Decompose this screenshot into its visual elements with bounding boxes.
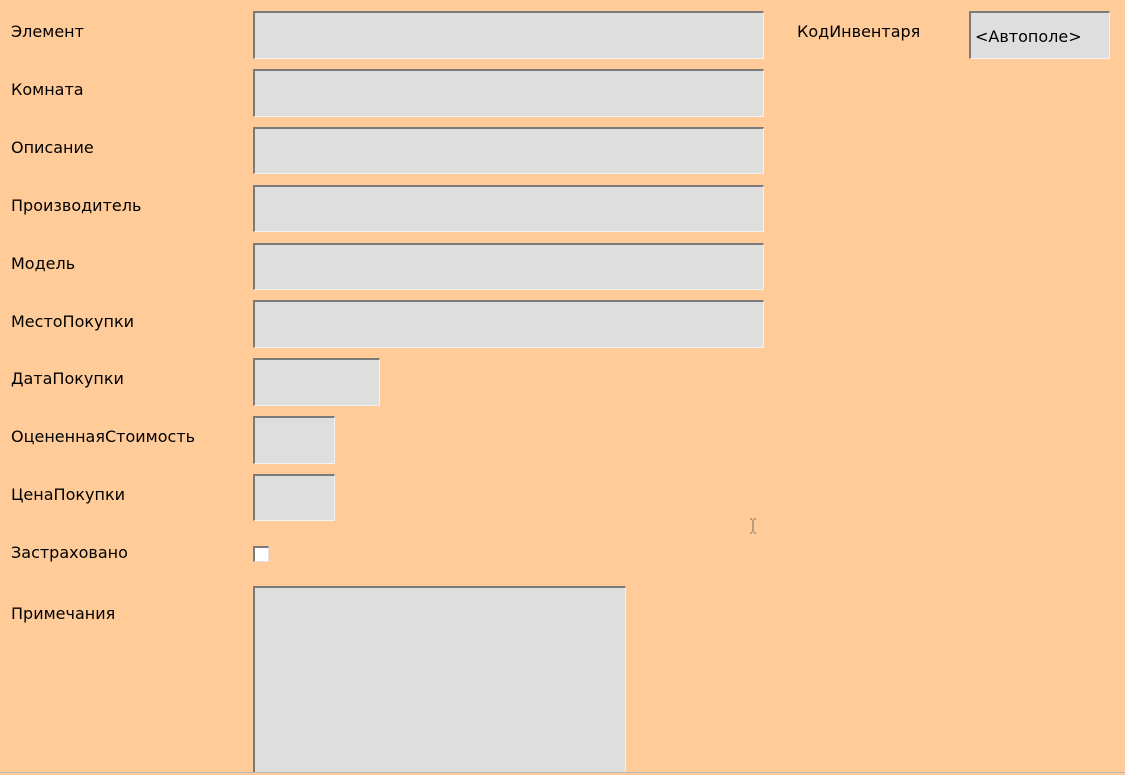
- label-model: Модель: [11, 254, 76, 273]
- inventory-id-value: <Автополе>: [975, 27, 1082, 46]
- element-field[interactable]: [253, 11, 764, 59]
- notes-field[interactable]: [253, 586, 626, 773]
- text-cursor-icon: [750, 518, 756, 534]
- label-purchase-date: ДатаПокупки: [11, 369, 124, 388]
- label-purchase-place: МестоПокупки: [11, 312, 135, 331]
- insured-checkbox[interactable]: [253, 546, 269, 562]
- estimated-value-field[interactable]: [253, 416, 335, 464]
- manufacturer-field[interactable]: [253, 185, 764, 232]
- label-description: Описание: [11, 138, 94, 157]
- purchase-place-field[interactable]: [253, 300, 764, 348]
- label-inventory-id: КодИнвентаря: [797, 22, 921, 41]
- inventory-id-field[interactable]: <Автополе>: [969, 11, 1110, 59]
- model-field[interactable]: [253, 243, 764, 290]
- label-room: Комната: [11, 80, 84, 99]
- room-field[interactable]: [253, 69, 764, 117]
- label-estimated-value: ОцененнаяСтоимость: [11, 427, 196, 446]
- label-notes: Примечания: [11, 604, 116, 623]
- label-purchase-price: ЦенаПокупки: [11, 485, 126, 504]
- label-manufacturer: Производитель: [11, 196, 142, 215]
- description-field[interactable]: [253, 127, 764, 174]
- bottom-divider: [0, 772, 1125, 773]
- label-insured: Застраховано: [11, 543, 128, 562]
- purchase-date-field[interactable]: [253, 358, 380, 406]
- purchase-price-field[interactable]: [253, 474, 335, 521]
- label-element: Элемент: [11, 22, 84, 41]
